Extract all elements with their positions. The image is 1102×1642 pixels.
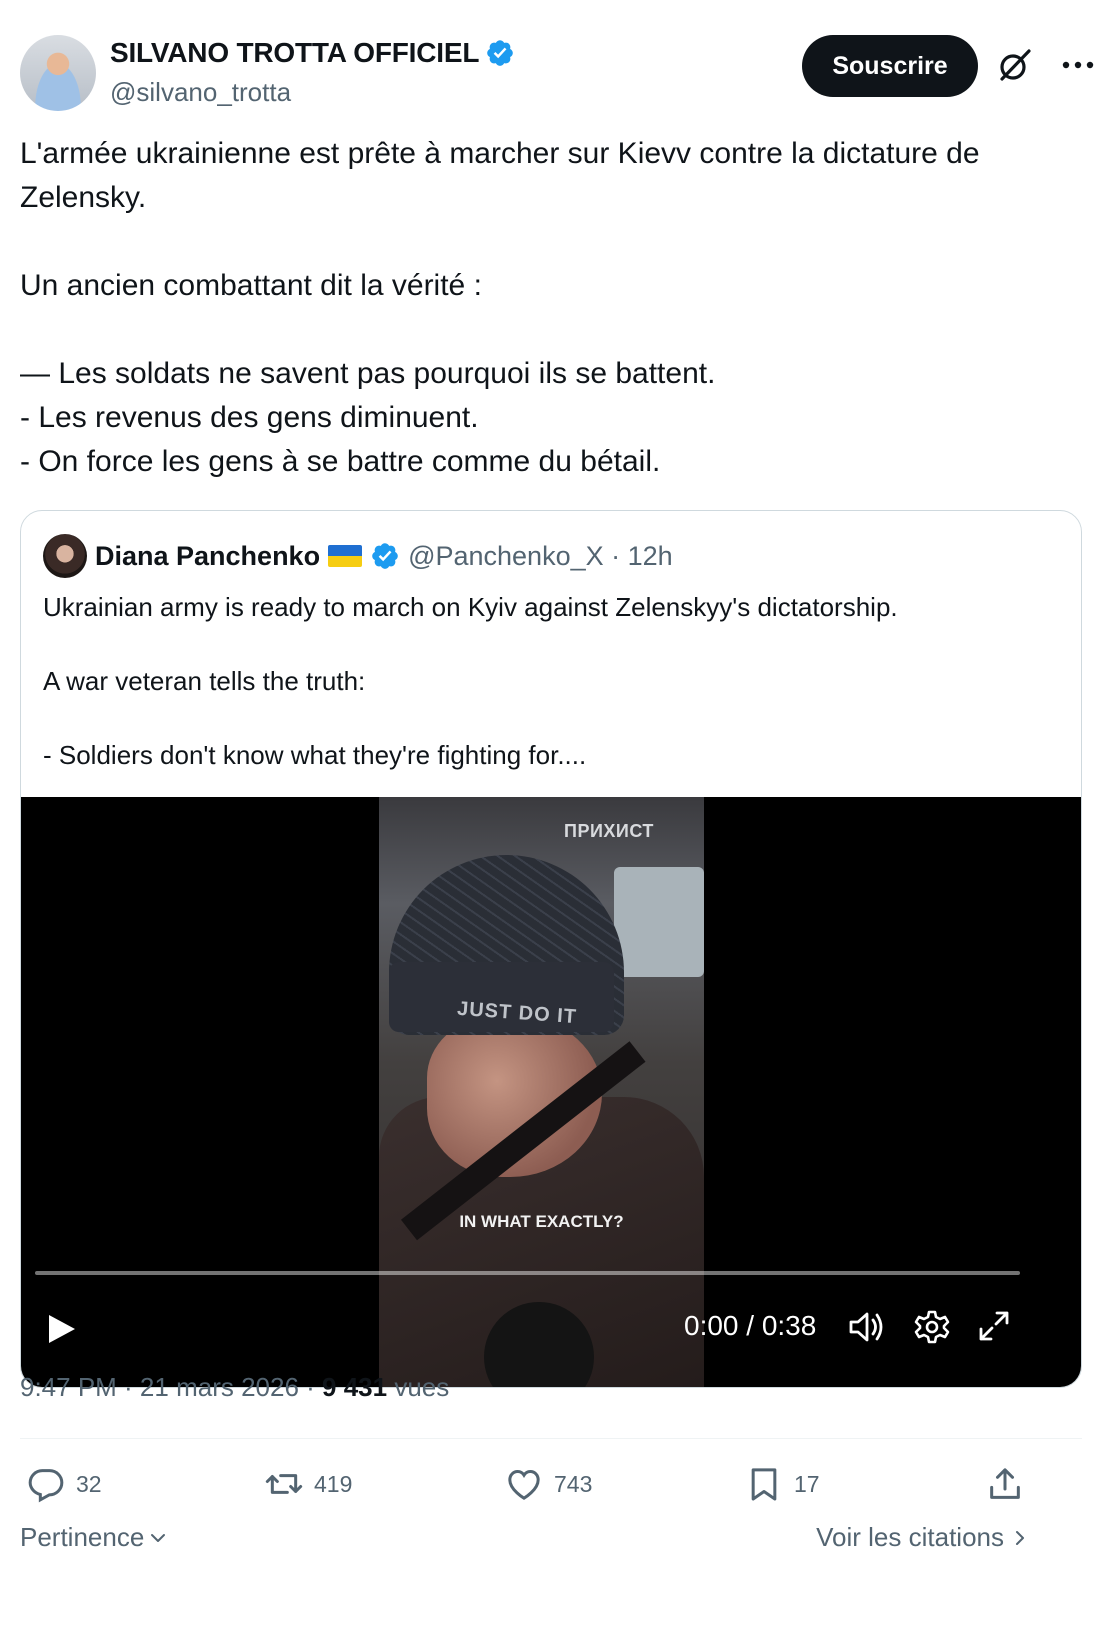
video-frame: JUST DO IT ПРИХИСТ IN WHAT EXACTLY?: [379, 797, 704, 1387]
repost-count: 419: [314, 1470, 353, 1497]
fullscreen-icon[interactable]: [977, 1309, 1011, 1343]
quoted-author-name: Diana Panchenko: [95, 540, 321, 571]
divider: [20, 1438, 1082, 1439]
ukraine-flag-icon: [328, 545, 363, 567]
quoted-tweet[interactable]: Diana Panchenko @Panchenko_X · 12h Ukrai…: [20, 510, 1082, 1388]
video-progress-bar[interactable]: [35, 1271, 1020, 1275]
bookmark-button[interactable]: 17: [744, 1458, 820, 1510]
like-button[interactable]: 743: [504, 1458, 592, 1510]
tweet-meta: 9:47 PM · 21 mars 2026 · 9 431 vues: [20, 1372, 449, 1403]
video-subtitle: IN WHAT EXACTLY?: [459, 1212, 624, 1231]
share-icon: [990, 1468, 1020, 1499]
tweet-actions: 32 419 743 17: [20, 1458, 1082, 1510]
settings-gear-icon[interactable]: [914, 1309, 950, 1345]
quoted-tweet-text: Ukrainian army is ready to march on Kyiv…: [43, 592, 898, 770]
verified-badge-icon: [487, 40, 514, 66]
more-options-icon[interactable]: [1060, 45, 1096, 85]
chevron-right-icon: [1016, 1530, 1024, 1545]
video-watermark: ПРИХИСТ: [564, 821, 654, 841]
tweet-timestamp[interactable]: 9:47 PM · 21 mars 2026 ·: [20, 1372, 322, 1402]
quoted-tweet-header: Diana Panchenko @Panchenko_X · 12h: [43, 533, 673, 579]
tweet-text: L'armée ukrainienne est prête à marcher …: [20, 137, 980, 478]
repost-icon: [265, 1474, 303, 1494]
views-label: vues: [387, 1372, 450, 1402]
bookmark-icon: [751, 1468, 777, 1501]
repost-button[interactable]: 419: [264, 1458, 352, 1510]
author-name-row[interactable]: SILVANO TROTTA OFFICIEL: [110, 37, 515, 69]
sort-dropdown[interactable]: Pertinence: [20, 1522, 168, 1553]
volume-icon[interactable]: [847, 1309, 885, 1345]
bookmark-count: 17: [794, 1470, 820, 1497]
frame-background: [614, 867, 704, 977]
grok-icon[interactable]: [995, 45, 1035, 85]
video-time: 0:00 / 0:38: [684, 1310, 817, 1341]
like-count: 743: [554, 1470, 593, 1497]
subscribe-button[interactable]: Souscrire: [802, 35, 978, 97]
tweet-header: SILVANO TROTTA OFFICIEL @silvano_trotta …: [20, 33, 1094, 113]
chevron-down-icon: [151, 1533, 166, 1542]
quoted-handle-time: @Panchenko_X · 12h: [408, 540, 673, 571]
video-player[interactable]: JUST DO IT ПРИХИСТ IN WHAT EXACTLY? 0:00…: [21, 797, 1081, 1387]
reply-count: 32: [76, 1470, 102, 1497]
heart-icon: [508, 1469, 540, 1500]
sort-label: Pertinence: [20, 1522, 145, 1552]
views-count: 9 431: [322, 1372, 388, 1402]
quotes-link-label: Voir les citations: [816, 1522, 1004, 1552]
share-button[interactable]: [985, 1458, 1025, 1510]
reply-button[interactable]: 32: [26, 1458, 102, 1510]
quoted-author-avatar: [43, 534, 87, 578]
author-avatar[interactable]: [20, 35, 96, 111]
play-icon[interactable]: [41, 1307, 81, 1351]
quotes-link[interactable]: Voir les citations: [816, 1522, 1030, 1553]
reply-icon: [28, 1469, 64, 1503]
author-handle[interactable]: @silvano_trotta: [110, 77, 291, 108]
verified-badge-icon: [372, 543, 398, 569]
author-name[interactable]: SILVANO TROTTA OFFICIEL: [110, 37, 479, 69]
